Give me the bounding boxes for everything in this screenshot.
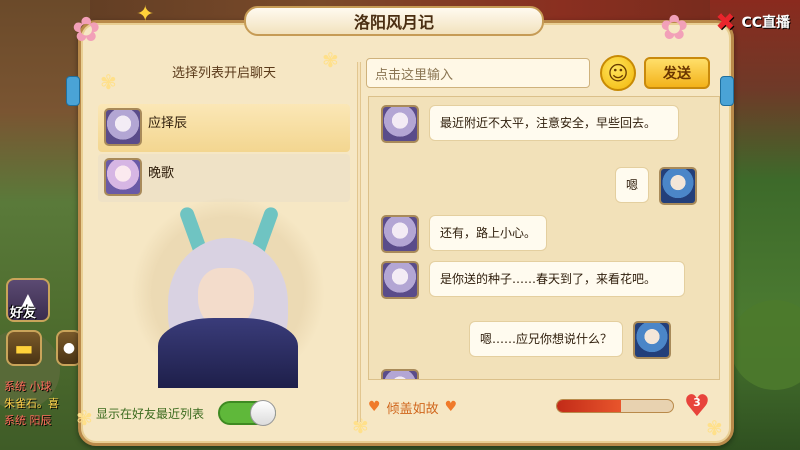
chat-history[interactable]: 最近附近不太平，注意安全，早些回去。 嗯 还有，路上小心。 是你送的种子……春天… — [368, 96, 720, 380]
show-recent-label: 显示在好友最近列表 — [96, 406, 205, 421]
column-divider — [357, 62, 361, 422]
microphone-icon: ● — [62, 340, 76, 356]
avatar — [381, 261, 419, 299]
avatar — [104, 108, 142, 146]
send-button[interactable]: 发送 — [644, 57, 710, 89]
star-decoration-icon: ✦ — [136, 2, 155, 27]
lantern-decoration-icon — [720, 76, 734, 106]
friend-name: 晚歌 — [148, 166, 175, 181]
chat-hud-button[interactable]: ▬ — [6, 330, 42, 366]
friend-list-header: 选择列表开启聊天 — [171, 66, 276, 81]
friend-select-column: 选择列表开启聊天 应择辰 晚歌 显示在好友最近列表 — [92, 58, 356, 430]
world-chat-line: 系统 阳辰 — [4, 414, 52, 427]
world-chat-line: 系统 小球 — [4, 380, 52, 393]
heart-icon: ♥ — [368, 399, 381, 415]
intimacy-level-badge[interactable]: ♥ 3 — [680, 389, 714, 424]
stream-watermark: ✖ CC直播 — [715, 8, 790, 36]
flower-decoration-icon: ✾ — [76, 406, 93, 430]
flower-decoration-icon: ✿ — [660, 8, 689, 48]
intimacy-label: 倾盖如故 — [386, 401, 439, 417]
intimacy-progress-bar — [556, 399, 674, 413]
chat-message: 是你送的种子……春天到了，来看花吧。 — [381, 261, 685, 299]
avatar — [381, 215, 419, 253]
lantern-decoration-icon — [66, 76, 80, 106]
show-recent-row: 显示在好友最近列表 — [92, 398, 356, 428]
chat-message: 嗯……应兄你想说什么？ — [469, 321, 672, 359]
avatar — [381, 369, 419, 379]
message-bubble: 嗯 — [615, 167, 650, 203]
chat-message — [381, 369, 419, 379]
friend-item-yingzechen[interactable]: 应择辰 — [98, 104, 350, 152]
friend-name: 应择辰 — [148, 116, 188, 131]
chat-message: 嗯 — [615, 167, 698, 205]
intimacy-level: 3 — [693, 396, 701, 409]
heart-icon: ♥ — [444, 399, 458, 415]
intimacy-bar-row: ♥ 倾盖如故 ♥ ♥ 3 — [368, 389, 720, 424]
avatar — [659, 167, 698, 205]
message-input-placeholder: 点击这里输入 — [375, 67, 454, 83]
close-x-icon: ✖ — [715, 8, 736, 36]
intimacy-progress-fill — [557, 400, 621, 412]
message-bubble: 还有，路上小心。 — [429, 215, 548, 251]
chat-message: 还有，路上小心。 — [381, 215, 548, 253]
watermark-text: CC直播 — [741, 15, 790, 31]
friend-list: 应择辰 晚歌 — [98, 104, 350, 204]
message-bubble: 最近附近不太平，注意安全，早些回去。 — [429, 105, 679, 141]
chat-bubble-icon: ▬ — [14, 336, 34, 360]
chat-message: 最近附近不太平，注意安全，早些回去。 — [381, 105, 679, 143]
world-chat-line: 朱雀石。喜 — [4, 397, 59, 410]
message-bubble: 是你送的种子……春天到了，来看花吧。 — [429, 261, 685, 297]
flower-decoration-icon: ✿ — [72, 10, 101, 50]
friend-item-wange[interactable]: 晚歌 — [98, 154, 350, 202]
message-bubble: 嗯……应兄你想说什么？ — [469, 321, 624, 357]
friends-hud-label: 好友 — [10, 306, 37, 321]
toggle-knob — [250, 400, 277, 426]
avatar — [104, 158, 142, 196]
avatar — [633, 321, 672, 359]
character-portrait — [128, 198, 328, 388]
smiley-icon: ☺ — [607, 61, 629, 85]
dialog-title: 洛阳风月记 — [244, 6, 544, 36]
show-recent-toggle[interactable] — [218, 400, 277, 426]
message-input[interactable]: 点击这里输入 — [366, 58, 590, 88]
emoji-button[interactable]: ☺ — [600, 55, 636, 91]
avatar — [381, 105, 419, 143]
